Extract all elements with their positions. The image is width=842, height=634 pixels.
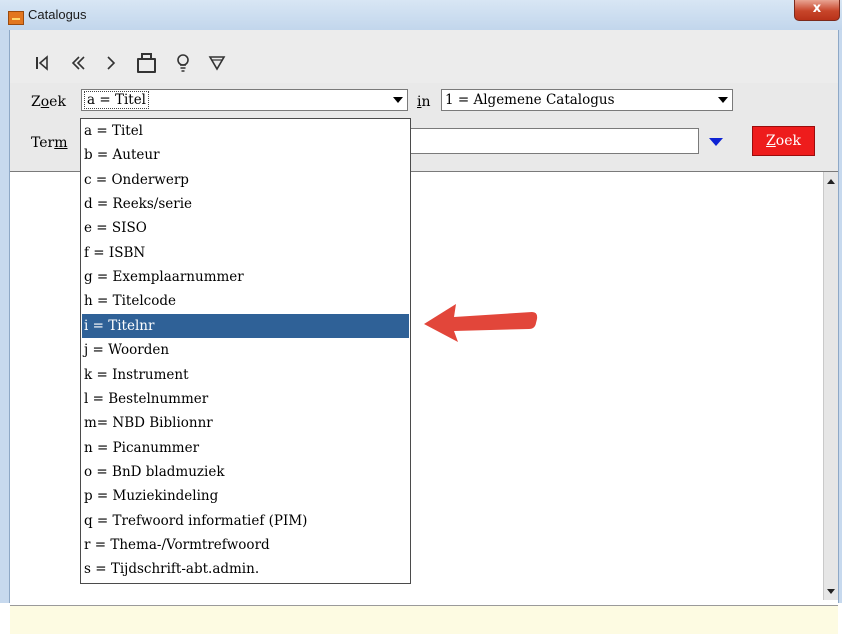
- dropdown-option[interactable]: n = Picanummer: [82, 436, 409, 460]
- status-bar: [10, 605, 838, 634]
- bag-body-shape: [137, 58, 156, 73]
- dropdown-option[interactable]: c = Onderwerp: [82, 168, 409, 192]
- dropdown-option[interactable]: s = Tijdschrift-abt.admin.: [82, 557, 409, 581]
- window-title: Catalogus: [28, 7, 87, 22]
- search-button[interactable]: Zoek: [752, 126, 815, 156]
- bag-icon[interactable]: [134, 52, 156, 74]
- dropdown-option[interactable]: g = Exemplaarnummer: [82, 265, 409, 289]
- previous-icon[interactable]: [67, 52, 89, 74]
- scroll-down-icon[interactable]: [827, 589, 835, 594]
- dropdown-option[interactable]: e = SISO: [82, 216, 409, 240]
- window-frame-left: [0, 30, 10, 603]
- zoek-label: Zoek: [31, 94, 66, 110]
- scroll-up-icon[interactable]: [827, 179, 835, 184]
- lightbulb-icon[interactable]: [172, 52, 194, 74]
- annotation-arrow-icon: [424, 304, 538, 342]
- filter-icon[interactable]: [206, 52, 228, 74]
- dropdown-option[interactable]: q = Trefwoord informatief (PIM): [82, 509, 409, 533]
- toolbar: [10, 30, 838, 83]
- dropdown-option[interactable]: h = Titelcode: [82, 289, 409, 313]
- dropdown-option[interactable]: o = BnD bladmuziek: [82, 460, 409, 484]
- dropdown-option[interactable]: r = Thema-/Vormtrefwoord: [82, 533, 409, 557]
- search-field-select[interactable]: a = Titel: [81, 89, 408, 111]
- dropdown-option[interactable]: m= NBD Biblionnr: [82, 411, 409, 435]
- in-label: in: [417, 94, 431, 110]
- term-label: Term: [31, 135, 68, 151]
- term-input[interactable]: [409, 128, 699, 154]
- close-button[interactable]: x: [794, 0, 840, 21]
- vertical-scrollbar[interactable]: [823, 172, 838, 600]
- term-history-dropdown-icon[interactable]: [709, 138, 723, 146]
- dropdown-option[interactable]: d = Reeks/serie: [82, 192, 409, 216]
- first-record-icon[interactable]: [31, 52, 53, 74]
- catalog-value: 1 = Algemene Catalogus: [445, 92, 615, 108]
- chevron-down-icon: [718, 97, 728, 103]
- dropdown-option[interactable]: p = Muziekindeling: [82, 484, 409, 508]
- window-frame-right: [838, 30, 842, 603]
- dropdown-option[interactable]: a = Titel: [82, 119, 409, 143]
- dropdown-option-selected[interactable]: i = Titelnr: [82, 313, 409, 338]
- catalog-select[interactable]: 1 = Algemene Catalogus: [441, 89, 733, 111]
- title-bar: Catalogus x: [0, 0, 842, 31]
- app-icon: [8, 11, 24, 25]
- dropdown-option[interactable]: j = Woorden: [82, 338, 409, 362]
- search-field-value: a = Titel: [84, 91, 149, 109]
- search-field-dropdown-list[interactable]: a = Titel b = Auteur c = Onderwerp d = Reek…: [80, 118, 411, 584]
- chevron-down-icon: [393, 97, 403, 103]
- next-icon[interactable]: [101, 52, 123, 74]
- dropdown-option[interactable]: f = ISBN: [82, 241, 409, 265]
- dropdown-option[interactable]: b = Auteur: [82, 143, 409, 167]
- dropdown-option[interactable]: k = Instrument: [82, 363, 409, 387]
- dropdown-option[interactable]: l = Bestelnummer: [82, 387, 409, 411]
